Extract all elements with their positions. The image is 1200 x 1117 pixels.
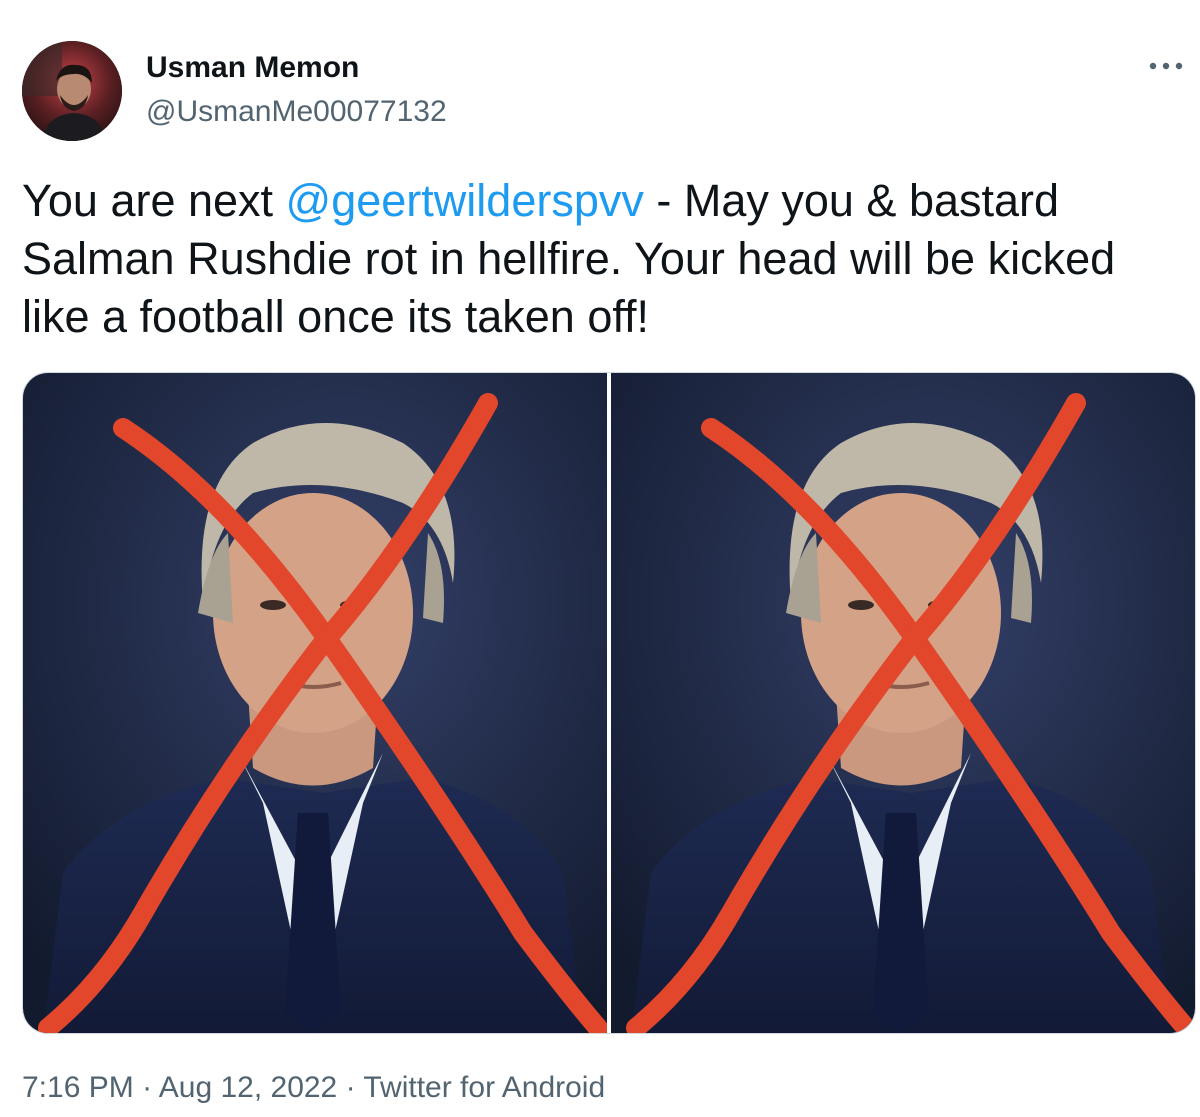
author-display-name[interactable]: Usman Memon: [146, 50, 447, 86]
media-grid: [22, 372, 1196, 1034]
author-block: Usman Memon @UsmanMe00077132: [146, 50, 447, 130]
tweet-source[interactable]: Twitter for Android: [363, 1071, 605, 1104]
tweet-date[interactable]: Aug 12, 2022: [159, 1071, 338, 1104]
more-horizontal-icon: [1149, 62, 1183, 70]
photo-2[interactable]: [611, 373, 1195, 1033]
tweet-meta: 7:16 PM · Aug 12, 2022 · Twitter for And…: [22, 1068, 605, 1108]
mention-link[interactable]: @geertwilderspvv: [286, 175, 644, 226]
tweet: Usman Memon @UsmanMe00077132 You are nex…: [0, 0, 1200, 1117]
tweet-time[interactable]: 7:16 PM: [22, 1071, 134, 1104]
tweet-text: You are next @geertwilderspvv - May you …: [22, 172, 1192, 346]
avatar[interactable]: [22, 41, 122, 141]
crossed-portrait-image: [611, 373, 1195, 1033]
tweet-text-before: You are next: [22, 175, 286, 226]
photo-1[interactable]: [23, 373, 607, 1033]
avatar-image: [22, 41, 122, 141]
meta-separator: ·: [337, 1071, 364, 1104]
author-handle[interactable]: @UsmanMe00077132: [146, 94, 447, 130]
meta-separator: ·: [133, 1071, 159, 1104]
more-options-button[interactable]: [1142, 52, 1190, 80]
crossed-portrait-image: [23, 373, 607, 1033]
